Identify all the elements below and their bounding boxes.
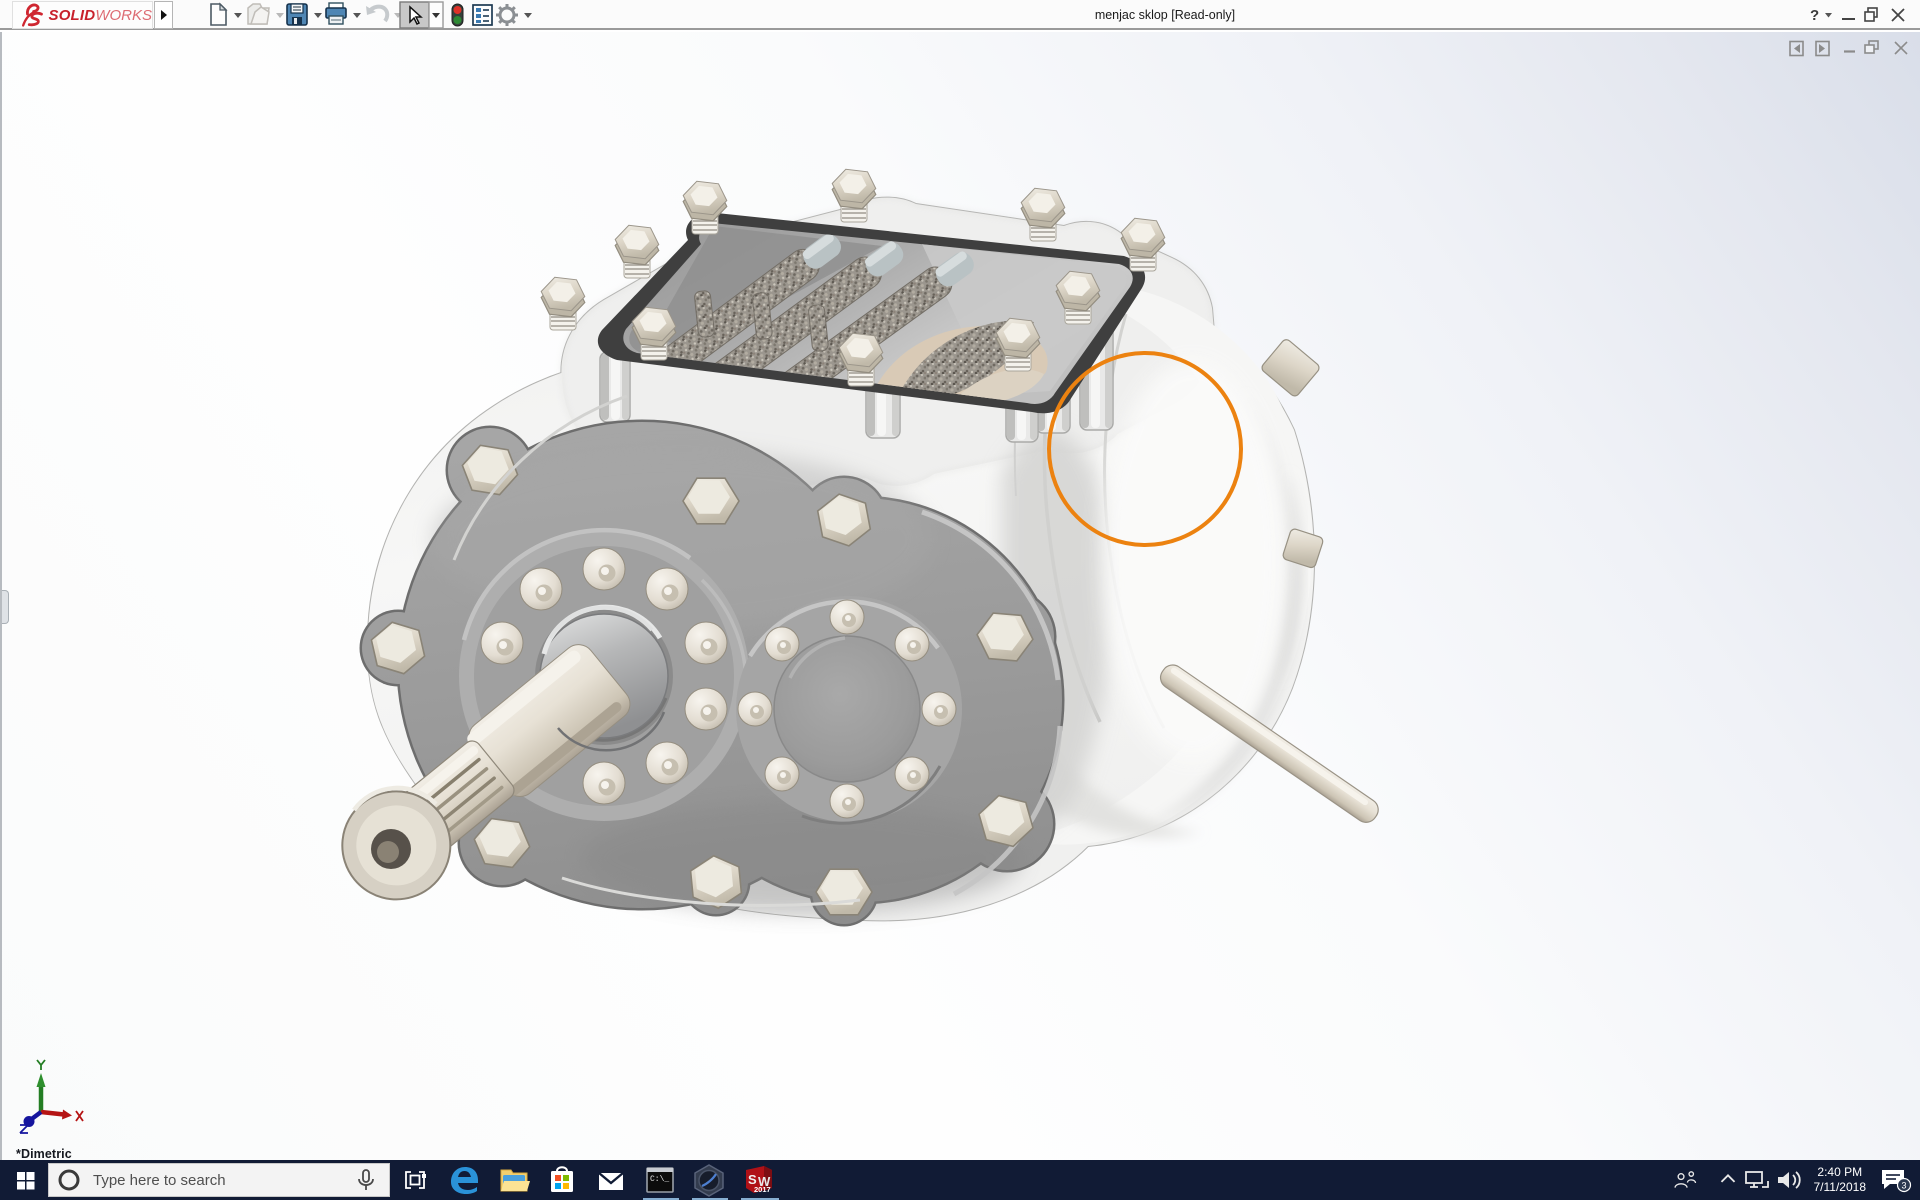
svg-text:C:\_: C:\_ <box>650 1175 669 1184</box>
svg-text:2017: 2017 <box>754 1185 771 1194</box>
svg-text:3: 3 <box>1902 1181 1907 1191</box>
svg-text:?: ? <box>1810 7 1819 24</box>
